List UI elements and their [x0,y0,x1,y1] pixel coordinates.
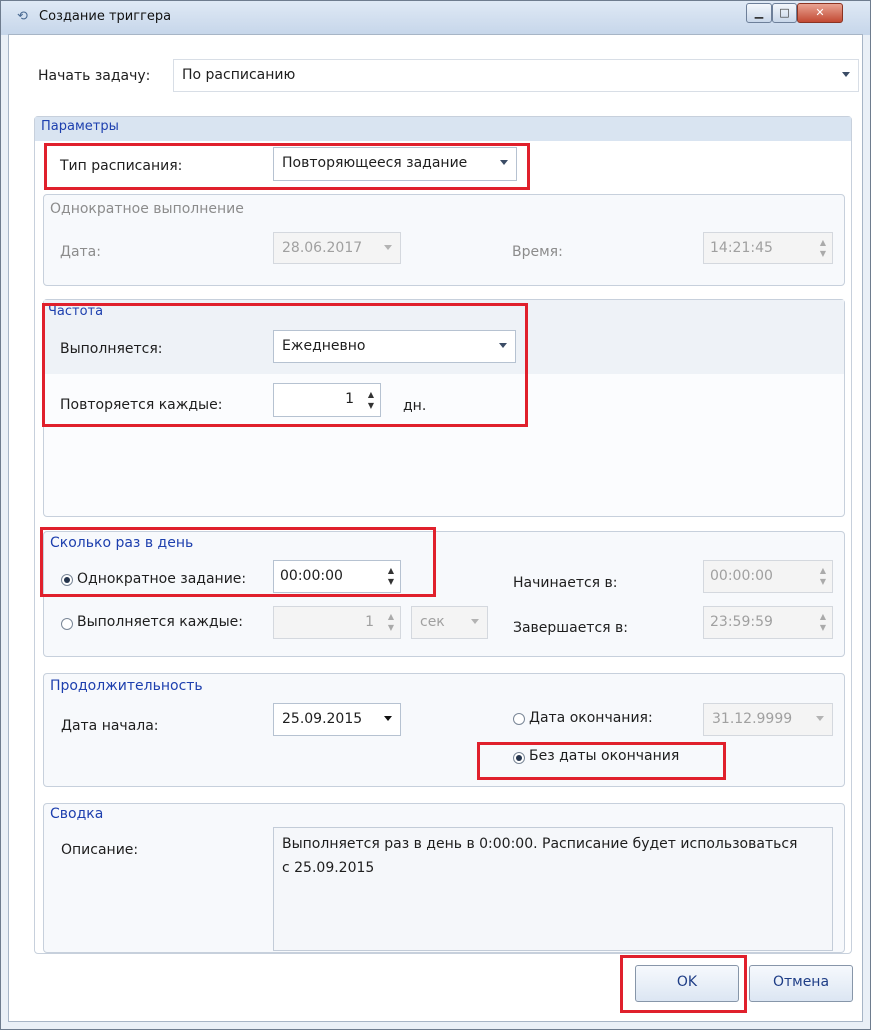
start-date-label: Дата начала: [61,718,159,734]
description-label: Описание: [61,842,139,858]
once-date-label: Дата: [60,244,101,260]
start-task-value: По расписанию [182,67,296,83]
chevron-down-icon [842,72,850,77]
description-line-2: с 25.09.2015 [282,860,375,876]
chevron-down-icon [384,245,392,250]
parameters-header: Параметры [35,117,851,141]
end-date-value: 31.12.9999 [712,711,793,727]
title-bar: ⟲ Создание триггера ▁ □ ✕ [1,1,870,35]
chevron-down-icon [471,619,479,624]
every-label: Выполняется каждые: [77,614,243,630]
spin-up-icon[interactable]: ▲ [820,567,826,575]
start-time-spinner[interactable]: 00:00:00 ▲ ▼ [703,560,833,593]
once-date-value: 28.06.2017 [282,240,363,256]
close-button[interactable]: ✕ [797,3,843,23]
highlight-ok [620,955,747,1013]
every-unit-value: сек [420,614,445,630]
highlight-schedule-type [44,143,530,190]
once-time-value: 14:21:45 [710,240,773,256]
spin-up-icon[interactable]: ▲ [820,239,826,247]
duration-header: Продолжительность [50,678,203,694]
cancel-label: Отмена [772,974,830,990]
every-unit-combo[interactable]: сек [411,606,488,639]
spin-up-icon[interactable]: ▲ [388,613,394,621]
summary-header: Сводка [50,806,104,822]
start-date-combo[interactable]: 25.09.2015 [273,703,401,736]
maximize-button[interactable]: □ [772,3,797,23]
once-time-label: Время: [512,244,563,260]
window-title: Создание триггера [39,9,172,24]
cancel-button[interactable]: Отмена [749,965,853,1002]
highlight-frequency [42,303,528,427]
spin-down-icon[interactable]: ▼ [820,250,826,258]
minimize-button[interactable]: ▁ [746,3,772,23]
once-date-combo[interactable]: 28.06.2017 [273,232,401,264]
every-spinner[interactable]: 1 ▲ ▼ [273,606,401,639]
start-task-label: Начать задачу: [38,68,151,84]
once-time-spinner[interactable]: 14:21:45 ▲ ▼ [703,232,833,264]
highlight-no-end-date [477,742,726,780]
chevron-down-icon [384,716,392,721]
start-time-value: 00:00:00 [710,568,773,584]
trigger-icon: ⟲ [17,9,28,24]
start-time-label: Начинается в: [513,575,618,591]
spin-down-icon[interactable]: ▼ [820,624,826,632]
every-value: 1 [365,614,374,630]
end-time-value: 23:59:59 [710,614,773,630]
spin-up-icon[interactable]: ▲ [820,613,826,621]
once-header: Однократное выполнение [50,201,244,217]
chevron-down-icon [816,716,824,721]
highlight-daily [40,527,436,597]
parameters-title: Параметры [41,119,119,134]
spin-down-icon[interactable]: ▼ [820,578,826,586]
start-date-value: 25.09.2015 [282,711,363,727]
description-line-1: Выполняется раз в день в 0:00:00. Распис… [282,836,798,852]
every-radio[interactable] [61,618,73,630]
start-task-combo[interactable]: По расписанию [173,59,859,92]
end-time-label: Завершается в: [513,620,629,636]
end-date-label: Дата окончания: [529,710,653,726]
end-date-radio[interactable] [513,713,525,725]
end-time-spinner[interactable]: 23:59:59 ▲ ▼ [703,606,833,639]
description-box: Выполняется раз в день в 0:00:00. Распис… [273,827,833,951]
spin-down-icon[interactable]: ▼ [388,624,394,632]
end-date-combo[interactable]: 31.12.9999 [703,703,833,736]
